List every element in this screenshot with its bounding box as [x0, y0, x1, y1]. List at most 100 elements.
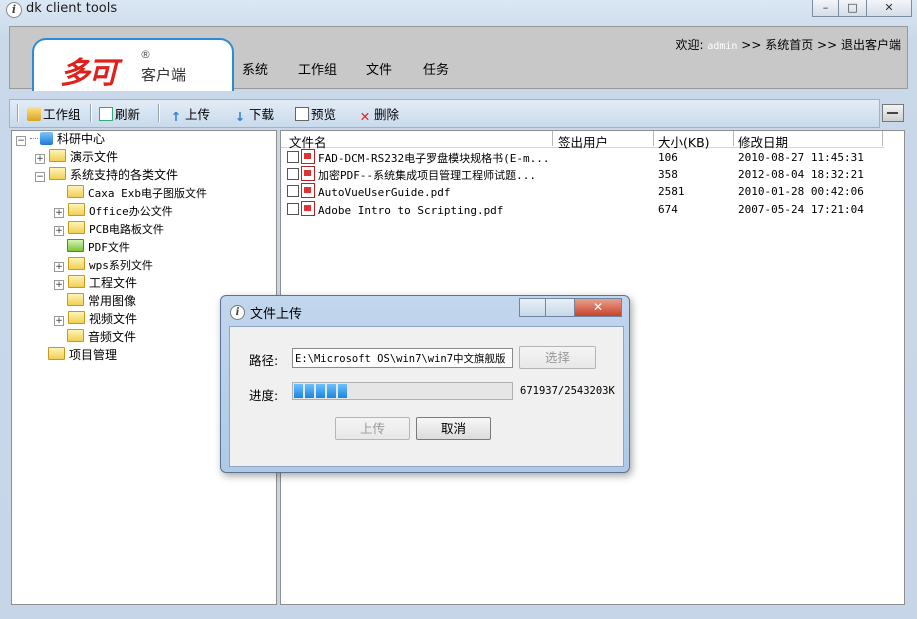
- progress-label: 进度:: [249, 388, 279, 403]
- menu-workgroup[interactable]: 工作组: [298, 59, 337, 78]
- dialog-title: 文件上传: [250, 307, 303, 322]
- progress-segment: [294, 384, 303, 398]
- file-date: 2010-01-28 00:42:06: [738, 185, 864, 198]
- folder-icon: [67, 329, 84, 342]
- preview-icon: [295, 107, 309, 121]
- home-link[interactable]: 系统首页: [765, 38, 813, 52]
- progress-text: 671937/2543203K: [520, 385, 615, 397]
- folder-icon: [67, 293, 84, 306]
- expand-toggle-icon[interactable]: +: [54, 316, 64, 326]
- toolbar-separator: [158, 104, 159, 122]
- tree-item[interactable]: + 工程文件: [54, 275, 137, 292]
- expand-toggle-icon[interactable]: +: [54, 262, 64, 272]
- collapse-toggle-icon[interactable]: −: [35, 172, 45, 182]
- folder-icon: [48, 347, 65, 360]
- logo-subtitle: 客户端: [141, 66, 187, 84]
- collapse-header-button[interactable]: [882, 104, 904, 122]
- down-arrow-icon: ↓: [234, 109, 246, 124]
- delete-x-icon: ✕: [359, 109, 371, 124]
- username: admin: [707, 41, 738, 52]
- folder-icon: [68, 311, 85, 324]
- logo: 多可: [60, 56, 118, 91]
- preview-button[interactable]: 预览: [295, 104, 336, 123]
- cancel-button[interactable]: 取消: [416, 417, 491, 440]
- column-divider[interactable]: [552, 131, 553, 146]
- folder-icon: [68, 221, 85, 234]
- logout-link[interactable]: 退出客户端: [841, 38, 901, 52]
- menu-file[interactable]: 文件: [366, 59, 392, 78]
- table-row[interactable]: 加密PDF--系统集成项目管理工程师试题...: [287, 166, 536, 183]
- file-date: 2012-08-04 18:32:21: [738, 168, 864, 181]
- pdf-file-icon: [301, 149, 315, 164]
- toolbar-grip: [17, 104, 18, 122]
- column-divider[interactable]: [733, 131, 734, 146]
- path-field[interactable]: E:\Microsoft OS\win7\win7中文旗舰版 0: [292, 348, 513, 368]
- file-name: 加密PDF--系统集成项目管理工程师试题...: [318, 169, 536, 182]
- table-row[interactable]: AutoVueUserGuide.pdf: [287, 183, 450, 200]
- file-size: 358: [658, 168, 678, 181]
- expand-toggle-icon[interactable]: +: [35, 154, 45, 164]
- tree-root[interactable]: − 科研中心: [16, 131, 105, 148]
- delete-button[interactable]: ✕ 删除: [358, 104, 399, 124]
- folder-icon: [49, 149, 66, 162]
- workgroup-button[interactable]: 工作组: [27, 104, 81, 123]
- tree-item[interactable]: PDF文件: [67, 239, 130, 256]
- collapse-toggle-icon[interactable]: −: [16, 136, 26, 146]
- tree-item[interactable]: 音频文件: [67, 329, 136, 346]
- menu-system[interactable]: 系统: [242, 59, 268, 78]
- separator: >>: [817, 38, 838, 52]
- row-checkbox[interactable]: [287, 168, 299, 180]
- progress-segment: [327, 384, 336, 398]
- file-size: 674: [658, 203, 678, 216]
- progress-segment: [316, 384, 325, 398]
- pdf-file-icon: [301, 166, 315, 181]
- choose-button[interactable]: 选择: [519, 346, 596, 369]
- file-date: 2010-08-27 11:45:31: [738, 151, 864, 164]
- row-checkbox[interactable]: [287, 185, 299, 197]
- column-divider[interactable]: [882, 131, 883, 146]
- expand-toggle-icon[interactable]: +: [54, 208, 64, 218]
- menu-task[interactable]: 任务: [423, 59, 449, 78]
- minimize-button[interactable]: –: [812, 0, 839, 17]
- download-button[interactable]: ↓ 下载: [233, 104, 274, 124]
- progress-bar: [292, 382, 513, 400]
- folder-icon: [68, 257, 85, 270]
- expand-toggle-icon[interactable]: +: [54, 226, 64, 236]
- tree-item[interactable]: − 系统支持的各类文件: [35, 167, 178, 184]
- user-links: 欢迎: admin >> 系统首页 >> 退出客户端: [675, 36, 901, 53]
- dialog-maximize-button[interactable]: [545, 298, 575, 317]
- dialog-minimize-button[interactable]: [519, 298, 546, 317]
- folder-open-icon: [49, 167, 66, 180]
- table-row[interactable]: Adobe Intro to Scripting.pdf: [287, 201, 503, 218]
- refresh-button[interactable]: 刷新: [99, 104, 140, 123]
- tree-item[interactable]: 项目管理: [48, 347, 117, 364]
- folder-icon: [68, 275, 85, 288]
- expand-toggle-icon[interactable]: +: [54, 280, 64, 290]
- dialog-close-button[interactable]: ✕: [574, 298, 622, 317]
- progress-segment: [338, 384, 347, 398]
- tree-item[interactable]: + 视频文件: [54, 311, 137, 328]
- tree-item[interactable]: 常用图像: [67, 293, 136, 310]
- upload-button-dialog[interactable]: 上传: [335, 417, 410, 440]
- column-header-checkout-user[interactable]: 签出用户: [558, 132, 608, 151]
- column-divider[interactable]: [653, 131, 654, 146]
- pdf-file-icon: [301, 201, 315, 216]
- tree-item[interactable]: + PCB电路板文件: [54, 221, 164, 238]
- window-title: dk client tools: [26, 1, 118, 16]
- maximize-button[interactable]: □: [838, 0, 867, 17]
- close-button[interactable]: ✕: [866, 0, 912, 17]
- tree-item[interactable]: + Office办公文件: [54, 203, 173, 220]
- file-date: 2007-05-24 17:21:04: [738, 203, 864, 216]
- tree-item[interactable]: + 演示文件: [35, 149, 118, 166]
- folder-icon: [67, 185, 84, 198]
- table-row[interactable]: FAD-DCM-RS232电子罗盘模块规格书(E-m...: [287, 149, 549, 166]
- separator: >>: [741, 38, 762, 52]
- row-checkbox[interactable]: [287, 151, 299, 163]
- folder-icon: [68, 203, 85, 216]
- tree-item[interactable]: + wps系列文件: [54, 257, 153, 274]
- row-checkbox[interactable]: [287, 203, 299, 215]
- tree-item[interactable]: Caxa Exb电子图版文件: [67, 185, 207, 202]
- upload-button[interactable]: ↑ 上传: [169, 104, 210, 124]
- progress-segment: [305, 384, 314, 398]
- logo-registered-mark: ®: [140, 48, 151, 61]
